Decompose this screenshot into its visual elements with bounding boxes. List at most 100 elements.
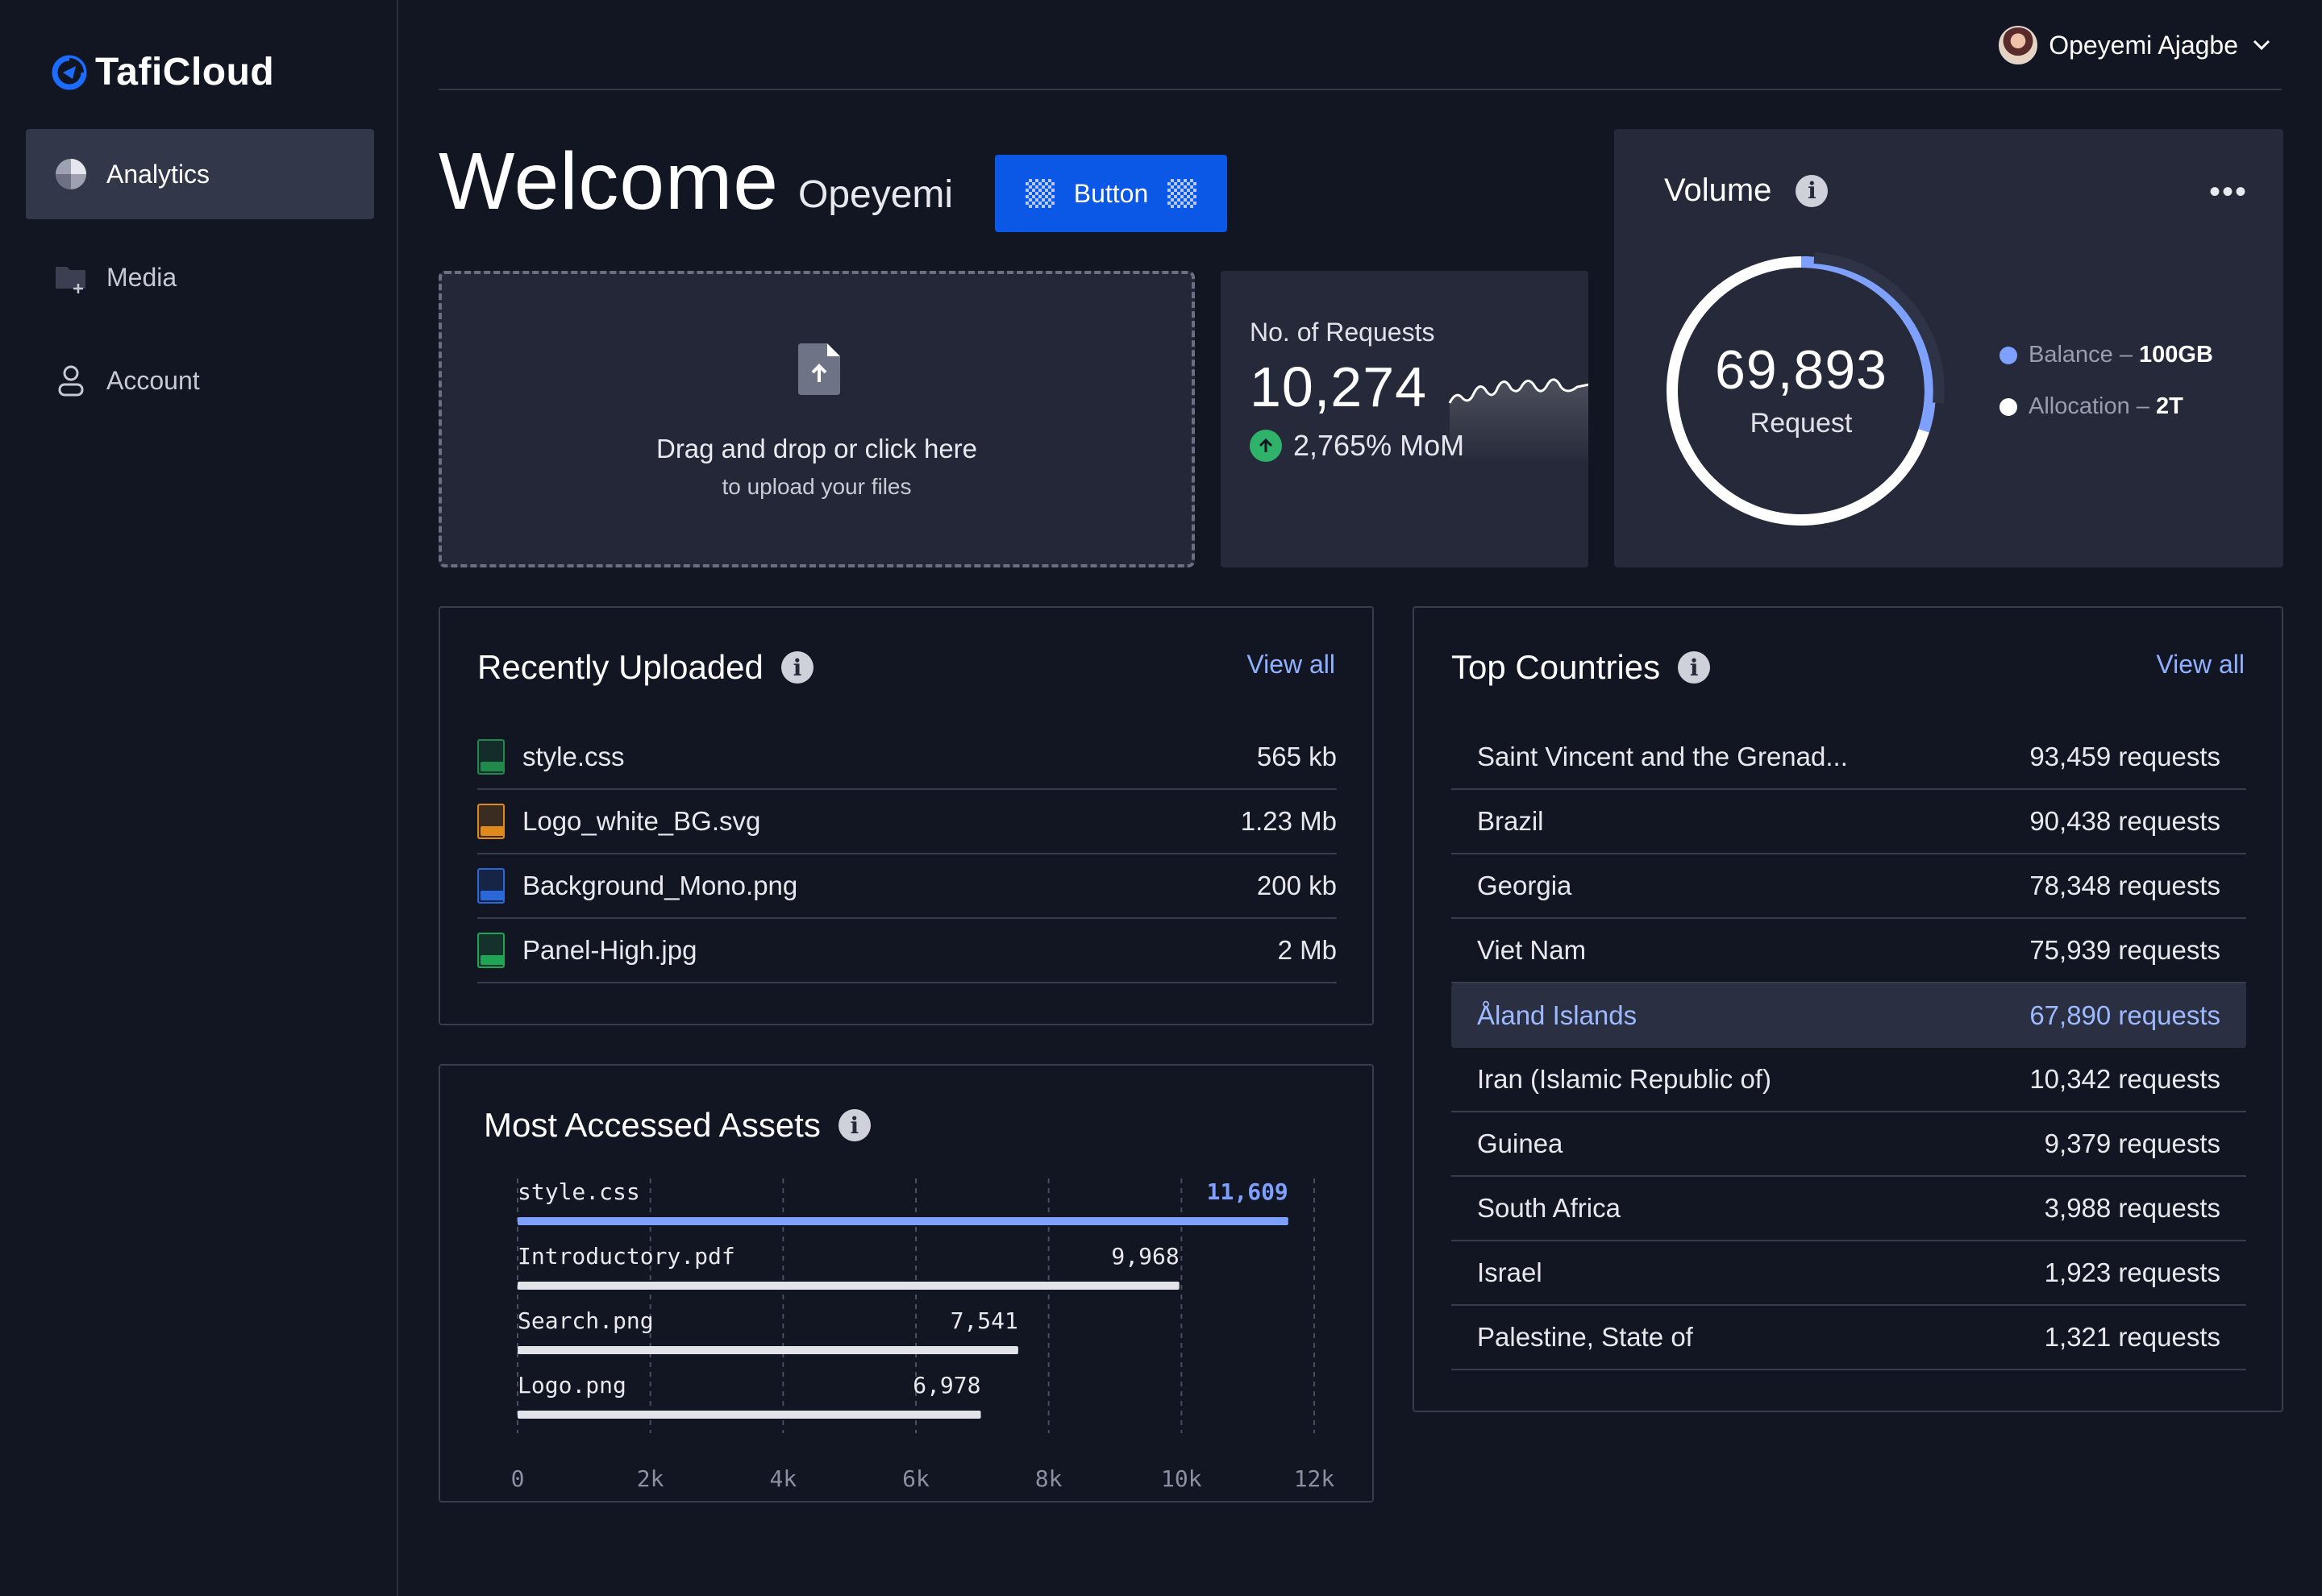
table-row[interactable]: Brazil 90,438 requests <box>1451 790 2246 854</box>
country-requests: 90,438 requests <box>2029 806 2220 836</box>
file-name: Logo_white_BG.svg <box>522 806 761 836</box>
pie-chart-icon <box>56 159 86 189</box>
x-tick-label: 2k <box>637 1465 664 1492</box>
table-row[interactable]: Viet Nam 75,939 requests <box>1451 919 2246 983</box>
table-row[interactable]: Palestine, State of 1,321 requests <box>1451 1306 2246 1370</box>
sidebar-item-label: Media <box>106 262 177 292</box>
table-row[interactable]: Iran (Islamic Republic of) 10,342 request… <box>1451 1048 2246 1112</box>
info-icon[interactable]: i <box>1678 651 1711 684</box>
file-size: 2 Mb <box>1277 935 1337 965</box>
placeholder-icon <box>1025 179 1055 208</box>
volume-unit: Request <box>1750 408 1853 438</box>
page-title: Welcome <box>439 136 779 227</box>
bar <box>518 1217 1288 1225</box>
country-requests: 75,939 requests <box>2029 935 2220 965</box>
requests-change: 2,765% MoM <box>1250 429 1464 463</box>
data-label: 9,968 <box>1111 1243 1179 1270</box>
view-all-link[interactable]: View all <box>2156 650 2245 680</box>
file-name: style.css <box>522 742 625 771</box>
legend-dot <box>2000 397 2017 416</box>
recent-title: Recently Uploaded <box>477 648 764 686</box>
table-row[interactable]: Israel 1,923 requests <box>1451 1241 2246 1306</box>
country-requests: 93,459 requests <box>2029 742 2220 771</box>
panel-title-row: Most Accessed Assets i <box>484 1106 871 1145</box>
table-row[interactable]: Saint Vincent and the Grenad... 93,459 re… <box>1451 725 2246 790</box>
data-label: 6,978 <box>913 1372 980 1399</box>
sidebar-item-account[interactable]: Account <box>26 335 374 426</box>
country-name: Iran (Islamic Republic of) <box>1477 1064 1771 1094</box>
bar <box>518 1346 1018 1354</box>
info-icon[interactable]: i <box>1796 174 1829 207</box>
brand-name: TafiCloud <box>95 51 275 94</box>
country-requests: 78,348 requests <box>2029 871 2220 900</box>
country-requests: 3,988 requests <box>2044 1193 2220 1223</box>
list-item[interactable]: Panel-High.jpg 2 Mb <box>477 919 1337 983</box>
country-name: Saint Vincent and the Grenad... <box>1477 742 1848 771</box>
primary-button[interactable]: Button <box>995 155 1227 232</box>
sidebar: TafiCloud Analytics Media Account <box>0 0 398 1596</box>
table-row[interactable]: South Africa 3,988 requests <box>1451 1177 2246 1241</box>
upload-subtext: to upload your files <box>722 474 912 499</box>
country-name: Brazil <box>1477 806 1544 836</box>
brand-logo[interactable]: TafiCloud <box>52 50 274 94</box>
svg-file-icon <box>477 804 505 839</box>
country-requests: 1,321 requests <box>2044 1322 2220 1352</box>
most-accessed-assets-panel: Most Accessed Assets i 0 2k 4k 6k 8k 10k 12k st… <box>439 1064 1374 1502</box>
volume-card: Volume i ••• 69,893 Request Balance – 10… <box>1614 129 2283 567</box>
country-name: Guinea <box>1477 1128 1563 1158</box>
x-tick-label: 10k <box>1161 1465 1202 1492</box>
legend-label: Balance – 100GB <box>2029 342 2213 368</box>
volume-title-row: Volume i <box>1664 172 1829 209</box>
user-menu[interactable]: Opeyemi Ajagbe <box>1999 24 2274 66</box>
button-label: Button <box>1073 178 1149 208</box>
user-name: Opeyemi Ajagbe <box>2049 30 2238 60</box>
x-tick-label: 4k <box>769 1465 797 1492</box>
legend-label: Allocation – 2T <box>2029 393 2183 419</box>
file-size: 1.23 Mb <box>1240 806 1337 836</box>
country-name: Palestine, State of <box>1477 1322 1693 1352</box>
x-tick-label: 0 <box>511 1465 525 1492</box>
upload-dropzone[interactable]: Drag and drop or click here to upload yo… <box>439 271 1195 567</box>
legend-balance: Balance – 100GB <box>2000 342 2213 368</box>
sidebar-item-label: Account <box>106 365 200 395</box>
folder-add-icon <box>56 267 85 293</box>
cloud-logo-icon <box>52 55 87 89</box>
x-tick-label: 6k <box>902 1465 930 1492</box>
user-icon <box>58 365 84 397</box>
country-requests: 9,379 requests <box>2044 1128 2220 1158</box>
country-name: Åland Islands <box>1477 1000 1637 1030</box>
assets-bar-chart: 0 2k 4k 6k 8k 10k 12k style.css 11,609 Introducto… <box>511 1178 1334 1492</box>
requests-value: 10,274 <box>1250 355 1428 418</box>
list-item[interactable]: style.css 565 kb <box>477 725 1337 790</box>
requests-card: No. of Requests 10,274 2,765% MoM <box>1221 271 1588 567</box>
countries-title: Top Countries <box>1451 648 1661 686</box>
legend-allocation: Allocation – 2T <box>2000 393 2183 420</box>
header-divider <box>439 89 2282 90</box>
category-label: Logo.png <box>518 1372 626 1399</box>
more-options-icon[interactable]: ••• <box>2209 174 2248 210</box>
sidebar-item-media[interactable]: Media <box>26 232 374 322</box>
top-countries-panel: Top Countries i View all Saint Vincent a… <box>1413 606 2283 1412</box>
info-icon[interactable]: i <box>838 1109 871 1141</box>
volume-value: 69,893 <box>1715 339 1887 401</box>
table-row[interactable]: Åland Islands 67,890 requests <box>1451 983 2246 1048</box>
data-label: 11,609 <box>1207 1178 1288 1205</box>
table-row[interactable]: Guinea 9,379 requests <box>1451 1112 2246 1177</box>
avatar <box>1999 26 2038 64</box>
sidebar-item-analytics[interactable]: Analytics <box>26 129 374 219</box>
requests-change-text: 2,765% MoM <box>1293 429 1465 462</box>
table-row[interactable]: Georgia 78,348 requests <box>1451 854 2246 919</box>
country-name: Viet Nam <box>1477 935 1587 965</box>
country-name: South Africa <box>1477 1193 1621 1223</box>
bar <box>518 1411 981 1419</box>
list-item[interactable]: Background_Mono.png 200 kb <box>477 854 1337 919</box>
css-file-icon <box>477 739 505 775</box>
recently-uploaded-panel: Recently Uploaded i View all style.css 56… <box>439 606 1374 1025</box>
country-requests: 1,923 requests <box>2044 1257 2220 1287</box>
view-all-link[interactable]: View all <box>1246 650 1335 680</box>
volume-donut: 69,893 Request <box>1664 242 1962 540</box>
list-item[interactable]: Logo_white_BG.svg 1.23 Mb <box>477 790 1337 854</box>
info-icon[interactable]: i <box>780 651 814 684</box>
category-label: Introductory.pdf <box>518 1243 735 1270</box>
legend-dot <box>2000 346 2017 364</box>
